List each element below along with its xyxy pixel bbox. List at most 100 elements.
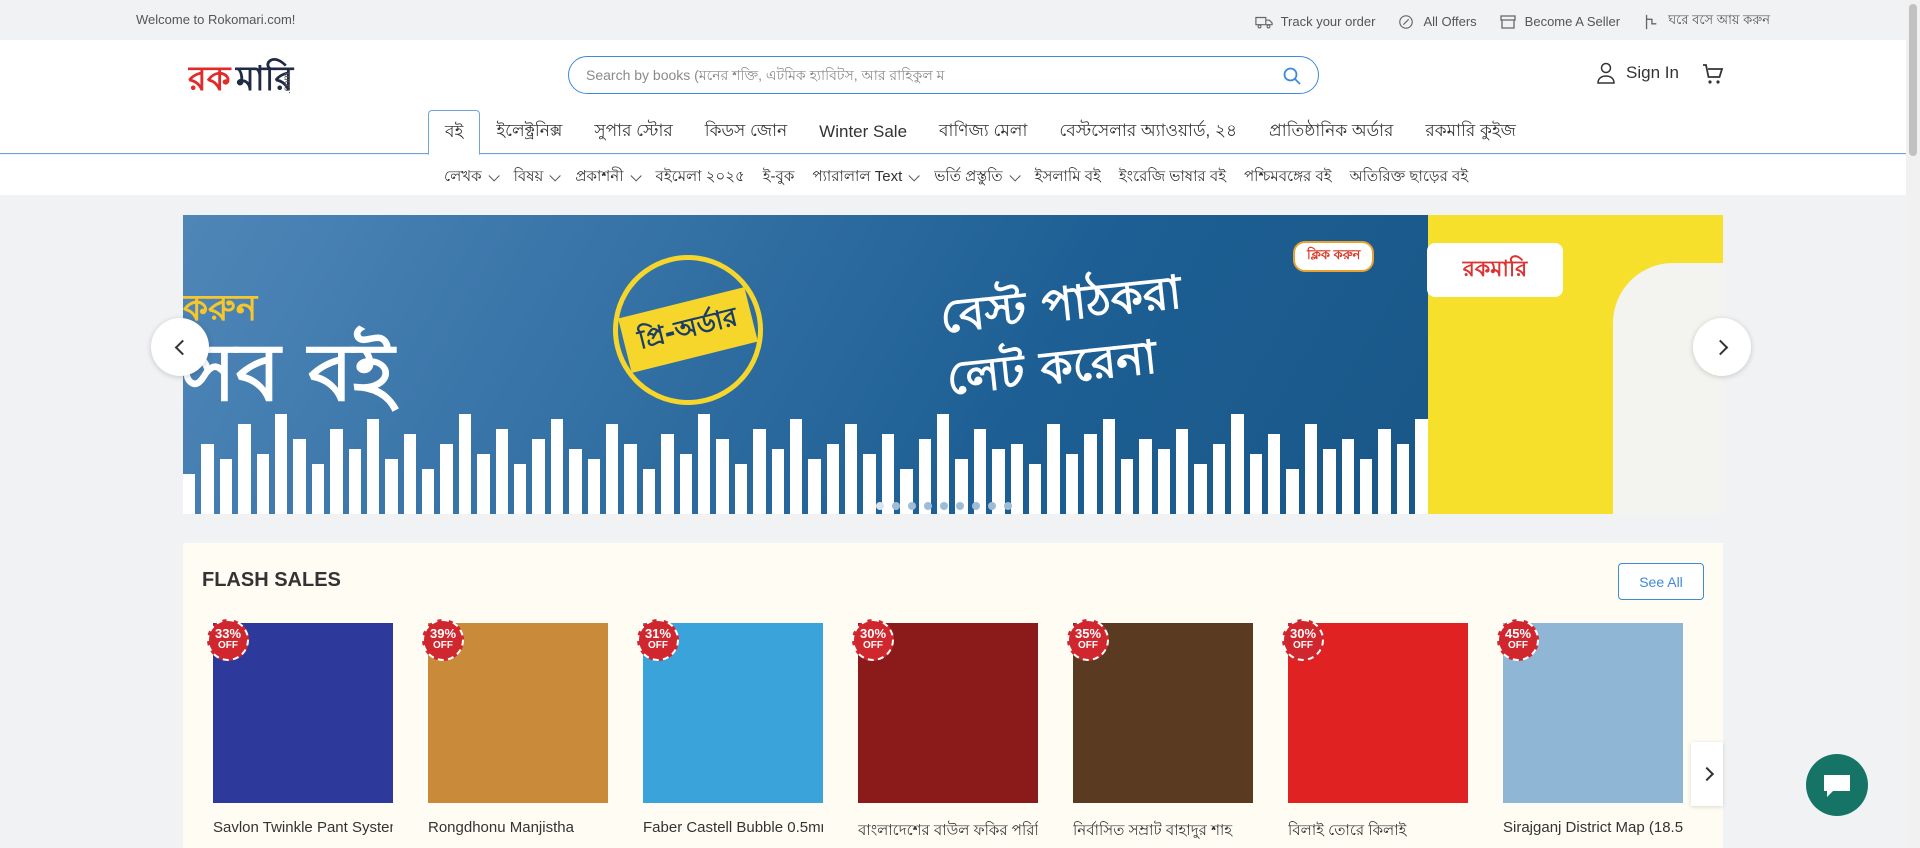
- all-offers-link[interactable]: All Offers: [1397, 14, 1477, 30]
- page-scrollbar[interactable]: [1906, 0, 1920, 848]
- become-seller-link[interactable]: Become A Seller: [1499, 14, 1620, 30]
- carousel-dot[interactable]: [956, 502, 964, 510]
- book-spine: [1212, 444, 1226, 514]
- carousel-dot[interactable]: [924, 502, 932, 510]
- subnav-english-books[interactable]: ইংরেজি ভাষার বই: [1119, 165, 1226, 190]
- subnav-west-bengal-books[interactable]: পশ্চিমবঙ্গের বই: [1244, 165, 1332, 190]
- book-spine: [1249, 454, 1263, 514]
- book-spine: [845, 424, 858, 514]
- book-spine: [753, 429, 766, 514]
- book-spine: [1084, 434, 1097, 514]
- product-image[interactable]: 39% OFF: [422, 619, 608, 803]
- carousel-dot[interactable]: [940, 502, 948, 510]
- product-card[interactable]: 35% OFF নির্বাসিত সম্রাট বাহাদুর শাহ: [1067, 619, 1253, 844]
- product-name[interactable]: বিলাই তোরে কিলাই: [1288, 819, 1468, 844]
- chat-button[interactable]: [1806, 754, 1868, 816]
- product-card[interactable]: 33% OFF Savlon Twinkle Pant System: [207, 619, 393, 844]
- chevron-down-icon: [629, 169, 642, 182]
- product-card[interactable]: 30%OFF বাংলাদেশের বাউল ফকির পরিচিতি: [852, 619, 1038, 844]
- tab-rokomari-quiz[interactable]: রকমারি কুইজ: [1409, 110, 1532, 154]
- product-image[interactable]: 30% OFF: [852, 619, 1038, 803]
- book-spine: [1102, 419, 1115, 514]
- carousel-dot[interactable]: [892, 502, 900, 510]
- user-icon: [1597, 62, 1615, 84]
- product-card[interactable]: 39% OFF Rongdhonu Manjistha: [422, 619, 608, 844]
- subnav-extra-discount[interactable]: অতিরিক্ত ছাড়ের বই: [1350, 165, 1469, 190]
- subnav-book-fair[interactable]: বইমেলা ২০২৫: [656, 165, 745, 190]
- carousel-dot[interactable]: [1004, 502, 1012, 510]
- banner-click-button[interactable]: ক্লিক করুন: [1293, 241, 1375, 272]
- subnav-ebook[interactable]: ই-বুক: [763, 165, 795, 190]
- book-spine: [679, 454, 692, 514]
- book-spine: [1286, 469, 1299, 514]
- product-image[interactable]: 30% OFF: [1282, 619, 1468, 803]
- products-next-button[interactable]: [1691, 742, 1723, 806]
- tab-trade-fair[interactable]: বাণিজ্য মেলা: [923, 110, 1043, 154]
- product-name[interactable]: Faber Castell Bubble 0.5mm: [643, 819, 823, 836]
- book-spines-decoration: [183, 404, 1428, 514]
- discount-badge: 45% OFF: [1497, 619, 1539, 661]
- product-name[interactable]: নির্বাসিত সম্রাট বাহাদুর শাহ: [1073, 819, 1253, 844]
- product-name[interactable]: Rongdhonu Manjistha: [428, 819, 608, 836]
- subnav-admission-prep[interactable]: ভর্তি প্রস্তুতি: [934, 165, 1021, 190]
- scrollbar-thumb[interactable]: [1909, 4, 1917, 156]
- book-spine: [495, 429, 509, 514]
- product-image[interactable]: 45% OFF: [1497, 619, 1683, 803]
- product-image[interactable]: 31% OFF: [637, 619, 823, 803]
- banner-brand-card: রকমারি: [1427, 243, 1563, 297]
- product-name[interactable]: বাংলাদেশের বাউল ফকির পরিচিতি: [858, 819, 1038, 844]
- subnav-publisher[interactable]: প্রকাশনী: [575, 165, 642, 190]
- subnav-label: বিষয়: [513, 168, 544, 185]
- tab-winter-sale[interactable]: Winter Sale: [803, 110, 923, 154]
- subnav-writer[interactable]: লেখক: [444, 165, 500, 190]
- book-spine: [624, 444, 637, 514]
- tab-super-store[interactable]: সুপার স্টোর: [578, 110, 688, 154]
- product-name[interactable]: Sirajganj District Map (18.5: [1503, 819, 1683, 836]
- book-spine: [274, 414, 288, 514]
- book-spine: [1378, 429, 1391, 514]
- discount-value: 39%: [429, 626, 457, 641]
- product-card[interactable]: 45% OFF Sirajganj District Map (18.5: [1497, 619, 1683, 844]
- book-spine: [238, 424, 251, 514]
- carousel-dot[interactable]: [972, 502, 980, 510]
- search-input[interactable]: [569, 57, 1259, 93]
- book-spine: [771, 449, 784, 514]
- tab-bestseller-award[interactable]: বেস্টসেলার অ্যাওয়ার্ড, ২৪: [1043, 110, 1253, 154]
- tab-kids-zone[interactable]: কিডস জোন: [689, 110, 803, 154]
- product-image[interactable]: 35% OFF: [1067, 619, 1253, 803]
- top-utility-bar: Welcome to Rokomari.com! Track your orde…: [0, 0, 1906, 40]
- carousel-dot[interactable]: [876, 502, 884, 510]
- carousel-dot[interactable]: [988, 502, 996, 510]
- cart-icon[interactable]: [1701, 62, 1725, 86]
- tab-institutional-order[interactable]: প্রাতিষ্ঠানিক অর্ডার: [1253, 110, 1409, 154]
- subnav-parallel-text[interactable]: প্যারালাল Text: [812, 165, 921, 190]
- tab-electronics[interactable]: ইলেক্ট্রনিক্স: [480, 110, 578, 154]
- subnav-label: ইংরেজি ভাষার বই: [1118, 168, 1226, 185]
- product-card[interactable]: 30% OFF বিলাই তোরে কিলাই: [1282, 619, 1468, 844]
- banner-prev-button[interactable]: [151, 318, 209, 376]
- product-card[interactable]: 31% OFF Faber Castell Bubble 0.5mm: [637, 619, 823, 844]
- book-spine: [569, 449, 582, 514]
- discount-off-label: OFF: [648, 640, 668, 651]
- sign-in-label: Sign In: [1626, 63, 1679, 82]
- banner-next-button[interactable]: [1693, 318, 1751, 376]
- discount-off-label: OFF: [433, 640, 453, 651]
- subnav-islamic-books[interactable]: ইসলামি বই: [1035, 165, 1101, 190]
- sign-in-button[interactable]: Sign In: [1596, 62, 1679, 84]
- earn-from-home-link[interactable]: ঘরে বসে আয় করুন: [1642, 11, 1770, 32]
- all-offers-label: All Offers: [1423, 14, 1477, 29]
- subnav-subject[interactable]: বিষয়: [513, 165, 562, 190]
- book-spine: [1396, 444, 1410, 514]
- product-name[interactable]: Savlon Twinkle Pant System: [213, 819, 393, 836]
- subnav-label: লেখক: [444, 168, 482, 185]
- book-spine: [403, 434, 417, 514]
- book-spine: [183, 474, 196, 514]
- track-order-link[interactable]: Track your order: [1254, 14, 1375, 30]
- search-icon[interactable]: [1282, 66, 1302, 86]
- product-image[interactable]: 33% OFF: [207, 619, 393, 803]
- see-all-button[interactable]: See All: [1618, 563, 1704, 600]
- tab-books[interactable]: বই: [428, 110, 481, 155]
- carousel-dot[interactable]: [908, 502, 916, 510]
- hero-banner[interactable]: করুন সব বই প্রি-অর্ডার বেস্ট পাঠকরা লেট …: [183, 215, 1723, 514]
- rokomari-logo[interactable]: রক মারি .com: [188, 54, 300, 102]
